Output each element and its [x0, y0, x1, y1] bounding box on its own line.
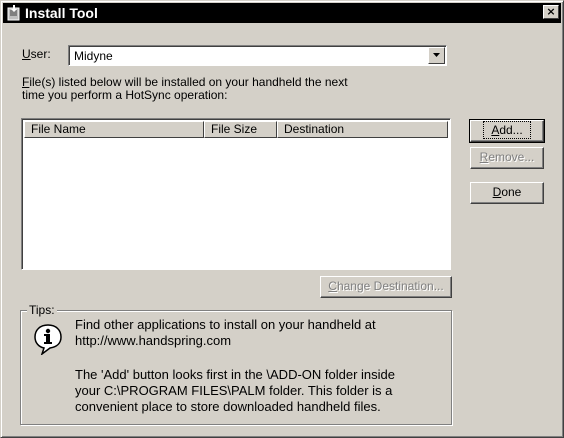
tips-legend: Tips: [27, 303, 57, 317]
palm-install-icon[interactable] [6, 5, 22, 21]
remove-accel: R [479, 150, 489, 164]
column-header-file-name[interactable]: File Name [24, 121, 204, 138]
add-button[interactable]: Add... [469, 119, 545, 143]
tip2-line2: your C:\PROGRAM FILES\PALM folder. This … [75, 383, 393, 398]
user-select[interactable]: Midyne [68, 45, 447, 66]
user-label: User: [22, 47, 51, 61]
change-destination-label: Change Destination... [328, 279, 443, 293]
change-destination-button[interactable]: Change Destination... [320, 276, 452, 298]
tip1-line2: http://www.handspring.com [75, 333, 232, 348]
remove-button[interactable]: Remove... [470, 147, 544, 169]
done-accel: D [492, 185, 502, 199]
close-icon: × [546, 5, 556, 18]
tip2-line1: The 'Add' button looks first in the \ADD… [75, 367, 395, 382]
title-bar[interactable]: Install Tool × [3, 3, 561, 23]
tip1-line1: Find other applications to install on yo… [75, 317, 376, 332]
remove-rest: emove... [488, 150, 535, 164]
remove-button-label: Remove... [480, 150, 535, 164]
column-header-destination[interactable]: Destination [277, 121, 448, 138]
add-button-label: Add... [483, 121, 531, 139]
file-list[interactable]: File Name File Size Destination [21, 118, 451, 270]
description-line2: time you perform a HotSync operation: [22, 88, 228, 102]
user-label-accel: U [22, 47, 31, 61]
column-header-file-size[interactable]: File Size [204, 121, 277, 138]
user-label-rest: ser: [30, 47, 51, 61]
description-line1: ile(s) listed below will be installed on… [29, 75, 348, 89]
install-description: File(s) listed below will be installed o… [22, 76, 362, 102]
done-button[interactable]: Done [470, 182, 544, 204]
user-select-value: Midyne [74, 49, 113, 63]
close-button[interactable]: × [543, 5, 559, 19]
chevron-down-icon [433, 53, 440, 57]
info-icon [32, 323, 64, 357]
change-destination-rest: hange Destination... [336, 279, 444, 293]
done-button-label: Done [493, 185, 522, 199]
tip-handspring: Find other applications to install on yo… [75, 317, 445, 349]
user-dropdown-button[interactable] [428, 47, 445, 64]
install-tool-window: Install Tool × User: Midyne File(s) list… [0, 0, 564, 438]
change-destination-accel: C [328, 279, 337, 293]
window-title: Install Tool [25, 5, 98, 21]
tip2-line3: convenient place to store downloaded han… [75, 399, 381, 414]
tip-add-on-folder: The 'Add' button looks first in the \ADD… [75, 367, 445, 415]
add-rest: dd... [499, 123, 523, 137]
done-rest: one [501, 185, 522, 199]
